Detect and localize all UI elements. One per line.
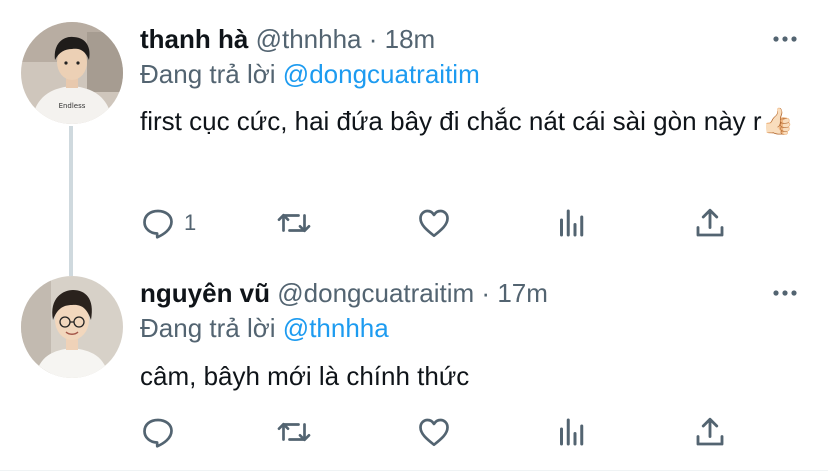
retweet-icon — [277, 422, 311, 442]
tweet[interactable]: nguyên vũ @dongcuatraitim · 17m Đang trả… — [0, 262, 828, 471]
timestamp[interactable]: 17m — [497, 278, 548, 308]
action-bar — [140, 414, 740, 450]
analytics-icon — [560, 418, 584, 446]
svg-text:Endless: Endless — [59, 102, 86, 110]
avatar-image — [21, 276, 123, 378]
reply-icon — [143, 209, 173, 239]
avatar[interactable] — [21, 276, 123, 378]
display-name[interactable]: nguyên vũ — [140, 278, 270, 308]
tweet-header: nguyên vũ @dongcuatraitim · 17m — [140, 277, 548, 309]
retweet-icon — [277, 213, 311, 233]
tweet-header: thanh hà @thnhha · 18m — [140, 23, 435, 55]
like-button[interactable] — [416, 205, 452, 241]
user-handle[interactable]: @dongcuatraitim — [277, 278, 474, 308]
separator-dot: · — [368, 24, 378, 54]
share-icon — [696, 208, 724, 237]
more-icon[interactable] — [772, 34, 798, 44]
action-bar: 1 — [140, 205, 740, 241]
heart-icon — [419, 418, 449, 447]
share-button[interactable] — [692, 414, 728, 450]
analytics-button[interactable] — [554, 205, 590, 241]
user-handle[interactable]: @thnhha — [256, 24, 362, 54]
reply-button[interactable]: 1 — [140, 205, 196, 241]
avatar[interactable]: Endless — [21, 22, 123, 124]
separator-dot: · — [481, 278, 491, 308]
tweet-text: câm, bâyh mới là chính thức — [140, 361, 470, 391]
heart-icon — [419, 209, 449, 238]
tweet-text: first cục cức, hai đứa bây đi chắc nát c… — [140, 106, 794, 136]
mention-link[interactable]: @dongcuatraitim — [283, 59, 480, 89]
share-button[interactable] — [692, 205, 728, 241]
timestamp[interactable]: 18m — [385, 24, 436, 54]
like-button[interactable] — [416, 414, 452, 450]
replying-to-label: Đang trả lời — [140, 313, 276, 343]
analytics-icon — [560, 209, 584, 237]
replying-to-label: Đang trả lời — [140, 59, 276, 89]
more-icon[interactable] — [772, 288, 798, 298]
reply-count: 1 — [184, 210, 197, 235]
display-name[interactable]: thanh hà — [140, 24, 248, 54]
replying-to: Đang trả lời @dongcuatraitim — [140, 58, 480, 90]
retweet-button[interactable] — [276, 205, 312, 241]
mention-link[interactable]: @thnhha — [283, 313, 389, 343]
retweet-button[interactable] — [276, 414, 312, 450]
reply-icon — [143, 418, 173, 448]
analytics-button[interactable] — [554, 414, 590, 450]
tweet-thread: Endless thanh hà @thnhha · 18m Đang trả … — [0, 0, 828, 471]
replying-to: Đang trả lời @thnhha — [140, 312, 389, 344]
avatar-image: Endless — [21, 22, 123, 124]
share-icon — [696, 417, 724, 446]
reply-button[interactable] — [140, 414, 184, 450]
tweet[interactable]: Endless thanh hà @thnhha · 18m Đang trả … — [0, 0, 828, 262]
